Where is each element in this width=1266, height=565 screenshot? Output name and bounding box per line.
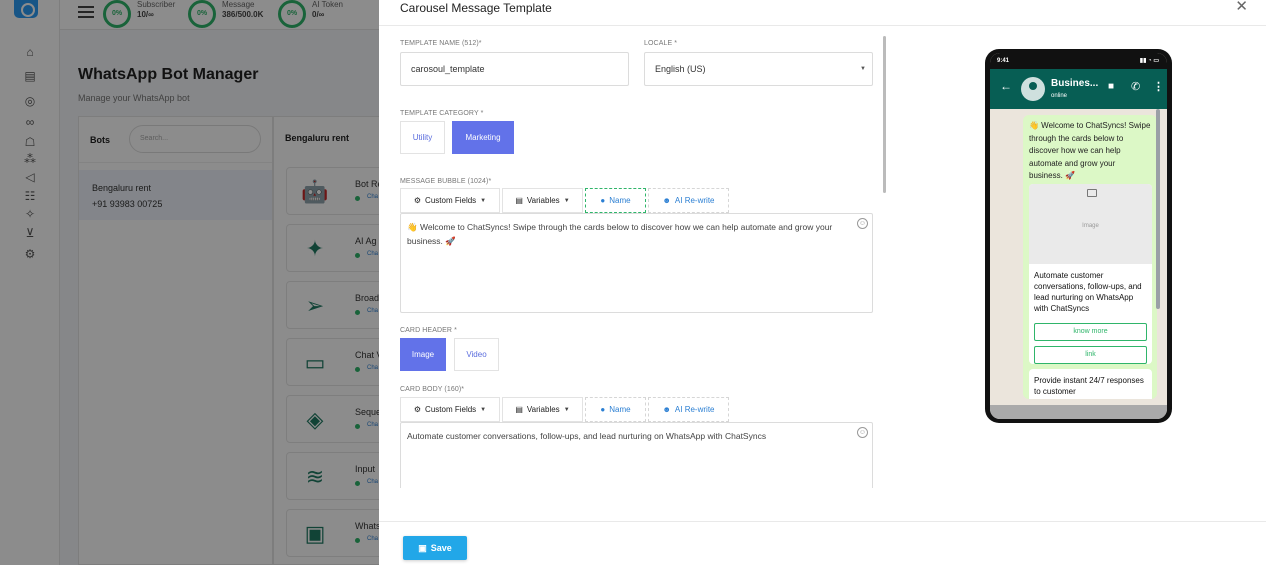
save-label: Save xyxy=(430,543,452,553)
modal-footer: ▣ Save xyxy=(379,521,1266,565)
contact-status: online xyxy=(1051,93,1068,99)
variables-label: Variables xyxy=(526,405,560,414)
custom-fields-label: Custom Fields xyxy=(425,196,477,205)
carousel-card: Image Automate customer conversations, f… xyxy=(1029,184,1152,364)
status-bar: 9:41 ▮▮ ◔ ▭ xyxy=(990,53,1167,69)
image-placeholder-label: Image xyxy=(1082,223,1099,229)
name-button[interactable]: ● Name xyxy=(585,188,646,213)
contact-name: Busines... xyxy=(1051,78,1099,89)
name-label: Name xyxy=(609,405,631,414)
caret-down-icon: ▼ xyxy=(563,406,570,413)
locale-value: English (US) xyxy=(655,64,706,74)
chat-area: 👋 Welcome to ChatSyncs! Swipe through th… xyxy=(990,109,1167,405)
emoji-icon[interactable]: ☺ xyxy=(857,218,868,229)
card-body-text: Automate customer conversations, follow-… xyxy=(407,431,767,441)
caret-down-icon: ▼ xyxy=(480,406,487,413)
preview-bubble-text: 👋 Welcome to ChatSyncs! Swipe through th… xyxy=(1029,121,1151,180)
chevron-down-icon: ▼ xyxy=(860,66,866,72)
link-button[interactable]: link xyxy=(1034,346,1147,364)
variables-dropdown[interactable]: ▤ Variables ▼ xyxy=(502,188,583,213)
locale-select[interactable]: English (US) ▼ xyxy=(644,52,873,86)
modal-title: Carousel Message Template xyxy=(400,1,552,15)
robot-icon: ☻ xyxy=(662,196,671,205)
save-button[interactable]: ▣ Save xyxy=(403,536,467,560)
carousel-card: Provide instant 24/7 responses to custom… xyxy=(1029,369,1152,399)
carousel-template-modal: Carousel Message Template ✕ TEMPLATE NAM… xyxy=(379,0,1266,565)
know-more-button[interactable]: know more xyxy=(1034,323,1147,341)
custom-fields-dropdown[interactable]: ⚙ Custom Fields ▼ xyxy=(400,397,500,422)
name-label: Name xyxy=(609,196,631,205)
custom-fields-dropdown[interactable]: ⚙ Custom Fields ▼ xyxy=(400,188,500,213)
card-body-textarea[interactable]: Automate customer conversations, follow-… xyxy=(400,422,873,488)
close-icon[interactable]: ✕ xyxy=(1235,0,1248,14)
chat-header: ← Busines... online ■ ✆ ⋮ xyxy=(990,69,1167,109)
gear-icon: ⚙ xyxy=(413,196,422,205)
image-icon xyxy=(1087,189,1097,197)
user-circle-icon: ● xyxy=(600,196,606,205)
avatar xyxy=(1021,77,1045,101)
ai-rewrite-button[interactable]: ☻ AI Re-write xyxy=(648,188,729,213)
category-marketing[interactable]: Marketing xyxy=(452,121,514,154)
template-name-input[interactable]: carosoul_template xyxy=(400,52,629,86)
robot-icon: ☻ xyxy=(662,405,671,414)
template-name-label: TEMPLATE NAME (512)* xyxy=(400,40,482,47)
card-body-toolbar: ⚙ Custom Fields ▼ ▤ Variables ▼ ● Name ☻… xyxy=(400,397,731,422)
category-utility[interactable]: Utility xyxy=(400,121,445,154)
keyboard-icon: ▤ xyxy=(515,196,523,205)
signal-battery-icon: ▮▮ ◔ ▭ xyxy=(1139,58,1159,64)
gear-icon: ⚙ xyxy=(413,405,422,414)
locale-label: LOCALE * xyxy=(644,40,678,47)
message-bubble-label: MESSAGE BUBBLE (1024)* xyxy=(400,178,492,185)
template-form: TEMPLATE NAME (512)* carosoul_template L… xyxy=(400,36,874,488)
bubble-toolbar: ⚙ Custom Fields ▼ ▤ Variables ▼ ● Name ☻… xyxy=(400,188,731,213)
caret-down-icon: ▼ xyxy=(480,197,487,204)
caret-down-icon: ▼ xyxy=(563,197,570,204)
phone-screen: 9:41 ▮▮ ◔ ▭ ← Busines... online ■ ✆ ⋮ 👋 … xyxy=(990,53,1167,419)
card-header-video[interactable]: Video xyxy=(454,338,499,371)
ai-rewrite-label: AI Re-write xyxy=(674,196,715,205)
custom-fields-label: Custom Fields xyxy=(425,405,477,414)
video-call-icon: ■ xyxy=(1108,81,1115,92)
card-body-label: CARD BODY (160)* xyxy=(400,386,465,393)
keyboard-icon: ▤ xyxy=(515,405,523,414)
message-bubble-text: 👋 Welcome to ChatSyncs! Swipe through th… xyxy=(407,222,833,246)
ai-rewrite-label: AI Re-write xyxy=(674,405,715,414)
card-header-image[interactable]: Image xyxy=(400,338,446,371)
phone-preview: 9:41 ▮▮ ◔ ▭ ← Busines... online ■ ✆ ⋮ 👋 … xyxy=(985,49,1172,423)
message-bubble-textarea[interactable]: 👋 Welcome to ChatSyncs! Swipe through th… xyxy=(400,213,873,313)
emoji-icon[interactable]: ☺ xyxy=(857,427,868,438)
card-body: Provide instant 24/7 responses to custom… xyxy=(1034,376,1144,396)
phone-icon: ✆ xyxy=(1131,81,1141,93)
form-scrollbar[interactable] xyxy=(883,36,886,193)
ai-rewrite-button[interactable]: ☻ AI Re-write xyxy=(648,397,729,422)
card-image-placeholder: Image xyxy=(1029,184,1152,264)
back-arrow-icon: ← xyxy=(1000,79,1012,93)
status-time: 9:41 xyxy=(997,58,1010,64)
more-vertical-icon: ⋮ xyxy=(1153,81,1164,93)
phone-bottom-bar xyxy=(990,405,1167,419)
card-body: Automate customer conversations, follow-… xyxy=(1034,271,1142,313)
name-button[interactable]: ● Name xyxy=(585,397,646,422)
preview-scrollbar[interactable] xyxy=(1156,109,1160,309)
variables-label: Variables xyxy=(526,196,560,205)
floppy-disk-icon: ▣ xyxy=(418,542,427,553)
category-label: TEMPLATE CATEGORY * xyxy=(400,110,484,117)
modal-header: Carousel Message Template ✕ xyxy=(379,0,1266,26)
card-header-label: CARD HEADER * xyxy=(400,327,457,334)
user-circle-icon: ● xyxy=(600,405,606,414)
preview-message-bubble: 👋 Welcome to ChatSyncs! Swipe through th… xyxy=(1023,115,1157,399)
variables-dropdown[interactable]: ▤ Variables ▼ xyxy=(502,397,583,422)
